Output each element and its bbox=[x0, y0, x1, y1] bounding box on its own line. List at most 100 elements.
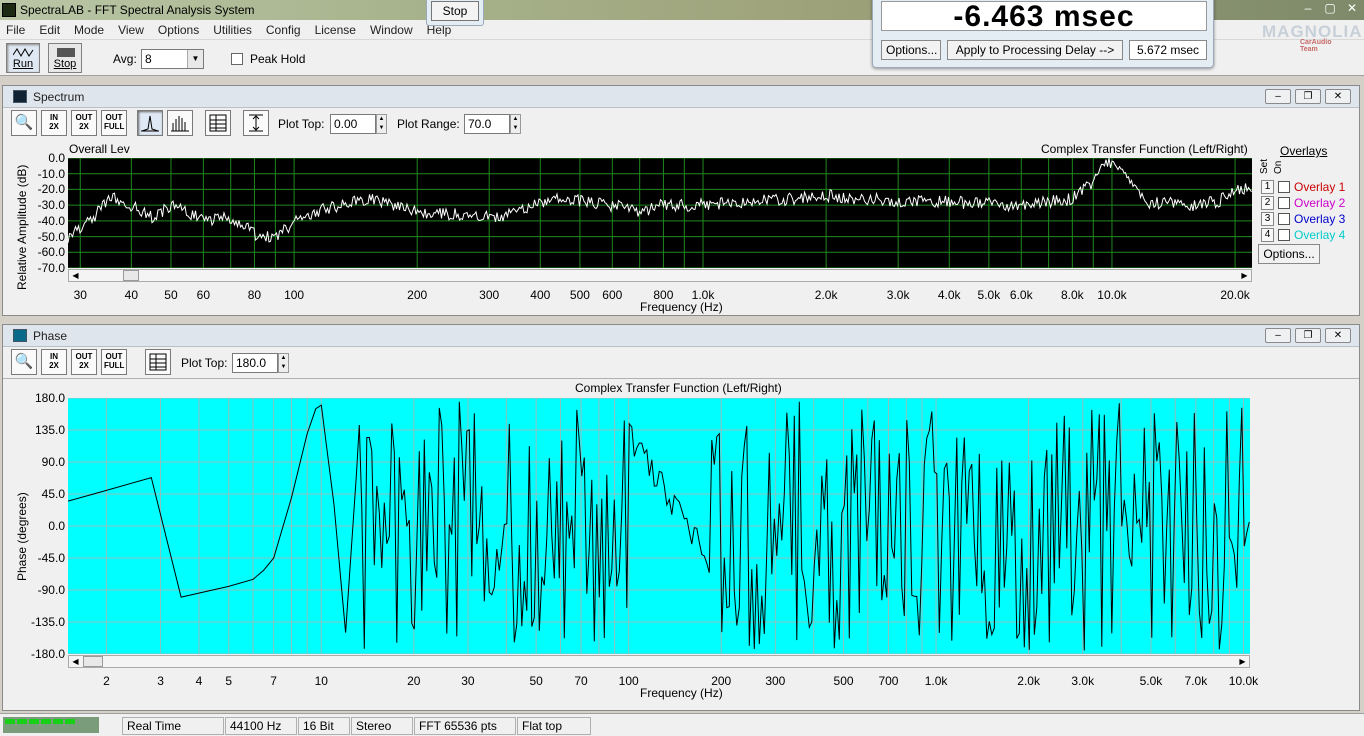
close-icon[interactable]: ✕ bbox=[1325, 89, 1351, 104]
zoom-out-2x-button[interactable]: OUT 2X bbox=[71, 110, 97, 136]
minimize-icon[interactable]: – bbox=[1265, 89, 1291, 104]
stop-popup: Stop bbox=[426, 0, 484, 26]
spectrum-plot-top-input[interactable]: 0.00 bbox=[330, 114, 376, 134]
phase-plot-top-spinner[interactable]: ▲ ▼ bbox=[278, 353, 289, 373]
x-tick-label: 7 bbox=[270, 674, 277, 688]
close-icon[interactable]: ✕ bbox=[1325, 328, 1351, 343]
avg-select[interactable]: 8 ▼ bbox=[141, 49, 204, 69]
scroll-left-icon[interactable]: ◀ bbox=[70, 271, 81, 281]
x-tick-label: 10 bbox=[314, 674, 328, 688]
menu-window[interactable]: Window bbox=[370, 23, 413, 37]
overlay-checkbox[interactable] bbox=[1278, 213, 1290, 225]
phase-plot-top-input[interactable]: 180.0 bbox=[232, 353, 278, 373]
x-tick-label: 2 bbox=[103, 674, 110, 688]
meter-segment bbox=[53, 719, 63, 724]
overlay-set-button[interactable]: 2 bbox=[1261, 196, 1274, 210]
peak-hold-checkbox[interactable] bbox=[231, 53, 243, 65]
phase-scroll-thumb[interactable] bbox=[83, 656, 103, 667]
plot-range-label: Plot Range: bbox=[397, 117, 460, 131]
overlay-set-button[interactable]: 1 bbox=[1261, 180, 1274, 194]
menu-mode[interactable]: Mode bbox=[74, 23, 104, 37]
scroll-left-icon[interactable]: ◀ bbox=[70, 657, 81, 667]
run-button[interactable]: Run bbox=[6, 43, 40, 73]
menu-license[interactable]: License bbox=[315, 23, 356, 37]
menu-utilities[interactable]: Utilities bbox=[213, 23, 252, 37]
bar-mode-button[interactable] bbox=[167, 110, 193, 136]
overlay-options-button[interactable]: Options... bbox=[1258, 244, 1320, 264]
zoom-in-2x-button[interactable]: IN 2X bbox=[41, 349, 67, 375]
phase-scrollbar[interactable]: ◀ ▶ bbox=[68, 655, 1250, 668]
y-tick-label: 90.0 bbox=[41, 455, 65, 469]
x-tick-label: 10.0k bbox=[1228, 674, 1259, 688]
stop-popup-button[interactable]: Stop bbox=[431, 1, 479, 21]
spectrum-icon bbox=[13, 90, 27, 103]
overlay-set-button[interactable]: 4 bbox=[1261, 228, 1274, 242]
menu-file[interactable]: File bbox=[6, 23, 25, 37]
close-icon[interactable]: ✕ bbox=[1346, 1, 1358, 15]
line-plot-icon bbox=[141, 115, 159, 132]
settings-button[interactable] bbox=[145, 349, 171, 375]
spectrum-scroll-thumb[interactable] bbox=[123, 270, 139, 281]
menu-config[interactable]: Config bbox=[266, 23, 301, 37]
settings-button[interactable] bbox=[205, 110, 231, 136]
x-tick-label: 50 bbox=[529, 674, 543, 688]
zoom-in-2x-button[interactable]: IN 2X bbox=[41, 110, 67, 136]
plot-background bbox=[68, 158, 1252, 268]
overlay-checkbox[interactable] bbox=[1278, 197, 1290, 209]
phase-toolbar-divider bbox=[3, 378, 1359, 379]
phase-plot-area[interactable] bbox=[68, 398, 1250, 654]
zoom-out-2x-icon: OUT 2X bbox=[75, 352, 93, 370]
apply-processing-delay-button[interactable]: Apply to Processing Delay --> bbox=[947, 40, 1123, 60]
zoom-full-icon: OUT FULL bbox=[104, 113, 125, 131]
maximize-icon[interactable]: ▢ bbox=[1324, 1, 1336, 15]
zoom-out-2x-button[interactable]: OUT 2X bbox=[71, 349, 97, 375]
delay-options-button[interactable]: Options... bbox=[881, 40, 941, 60]
zoom-button[interactable]: 🔍 bbox=[11, 110, 37, 136]
zoom-in-2x-icon: IN 2X bbox=[49, 352, 59, 370]
overlay-checkbox[interactable] bbox=[1278, 229, 1290, 241]
menu-view[interactable]: View bbox=[118, 23, 144, 37]
overlay-set-button[interactable]: 3 bbox=[1261, 212, 1274, 226]
plot-range-spinner[interactable]: ▲ ▼ bbox=[510, 114, 521, 134]
zoom-full-button[interactable]: OUT FULL bbox=[101, 110, 127, 136]
x-tick-label: 80 bbox=[247, 288, 262, 302]
line-mode-button[interactable] bbox=[137, 110, 163, 136]
x-tick-label: 3.0k bbox=[1071, 674, 1095, 688]
zoom-full-button[interactable]: OUT FULL bbox=[101, 349, 127, 375]
y-tick-label: -45.0 bbox=[37, 551, 65, 565]
zoom-button[interactable]: 🔍 bbox=[11, 349, 37, 375]
overlays-title: Overlays bbox=[1280, 144, 1328, 158]
spectrum-x-axis-label: Frequency (Hz) bbox=[640, 300, 723, 314]
menu-edit[interactable]: Edit bbox=[39, 23, 60, 37]
phase-icon bbox=[13, 329, 27, 342]
overall-level-label: Overall Lev bbox=[69, 142, 130, 156]
plot-range-input[interactable]: 70.0 bbox=[464, 114, 510, 134]
menu-options[interactable]: Options bbox=[158, 23, 199, 37]
overlay-checkbox[interactable] bbox=[1278, 181, 1290, 193]
restore-icon[interactable]: ❐ bbox=[1295, 328, 1321, 343]
window-title: SpectraLAB - FFT Spectral Analysis Syste… bbox=[20, 3, 255, 17]
delay-window: -6.463 msec Options... Apply to Processi… bbox=[872, 0, 1214, 68]
spectrum-plot-top-spinner[interactable]: ▲ ▼ bbox=[376, 114, 387, 134]
y-tick-label: -135.0 bbox=[30, 615, 65, 629]
processing-delay-field[interactable]: 5.672 msec bbox=[1129, 40, 1207, 60]
stop-label: Stop bbox=[53, 58, 77, 70]
spectrum-plot-area[interactable] bbox=[68, 158, 1252, 268]
restore-icon[interactable]: ❐ bbox=[1295, 89, 1321, 104]
autoscale-button[interactable] bbox=[243, 110, 269, 136]
overlay-label: Overlay 2 bbox=[1294, 196, 1346, 210]
minimize-icon[interactable]: – bbox=[1265, 328, 1291, 343]
scroll-right-icon[interactable]: ▶ bbox=[1237, 657, 1248, 667]
y-tick-label: -50.0 bbox=[37, 229, 65, 244]
chevron-down-icon[interactable]: ▼ bbox=[187, 50, 203, 68]
scroll-right-icon[interactable]: ▶ bbox=[1239, 271, 1250, 281]
meter-segment bbox=[17, 719, 27, 724]
minimize-icon[interactable]: – bbox=[1302, 1, 1314, 15]
avg-label: Avg: bbox=[113, 52, 137, 66]
delay-readout: -6.463 msec bbox=[881, 1, 1207, 31]
y-tick-label: 45.0 bbox=[41, 487, 65, 501]
table-icon bbox=[209, 114, 227, 132]
spectrum-scrollbar[interactable]: ◀ ▶ bbox=[68, 269, 1252, 282]
stop-button[interactable]: Stop bbox=[48, 43, 82, 73]
y-tick-label: -70.0 bbox=[37, 261, 65, 275]
